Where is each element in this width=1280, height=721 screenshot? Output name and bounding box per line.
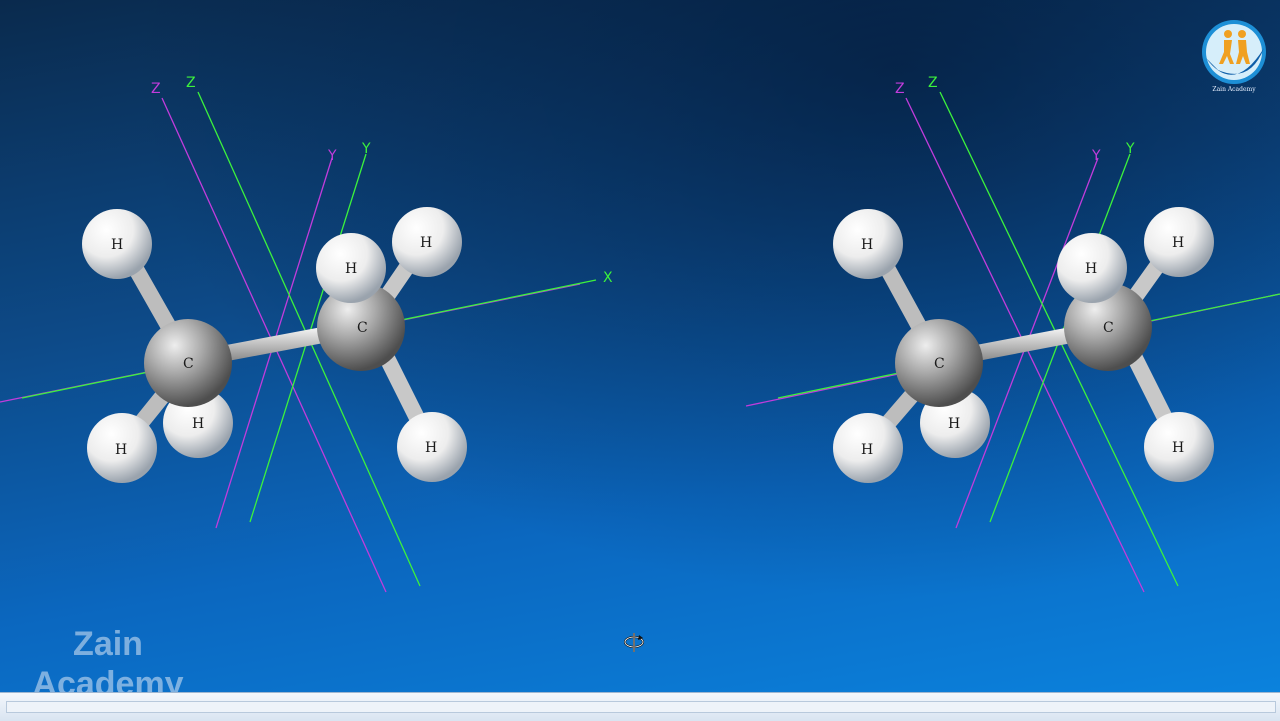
watermark-line-1: Zain — [73, 625, 143, 663]
atom-h-6[interactable]: H — [316, 233, 386, 303]
svg-text:H: H — [115, 442, 127, 458]
molecule-ethane-right: Z Z Y Y H H H C H H C H — [745, 75, 1280, 593]
atom-h-2[interactable]: H — [87, 413, 157, 483]
molecule-ethane-left: Z Z Y Y X H H H C H H C H — [0, 75, 613, 593]
status-bar — [0, 692, 1280, 721]
svg-text:H: H — [425, 440, 437, 456]
svg-text:H: H — [1085, 261, 1097, 277]
axis-label-z-magenta: Z — [895, 81, 905, 97]
atom-h-4[interactable]: H — [1144, 207, 1214, 277]
svg-text:H: H — [1172, 235, 1184, 251]
axis-label-z-magenta: Z — [151, 81, 161, 97]
axis-label-y-magenta: Y — [1091, 148, 1101, 164]
axis-label-y-magenta: Y — [327, 148, 337, 164]
atom-h-5[interactable]: H — [1144, 412, 1214, 482]
svg-text:H: H — [861, 442, 873, 458]
svg-text:C: C — [357, 320, 368, 336]
axis-label-z-green: Z — [186, 75, 196, 91]
svg-text:H: H — [345, 261, 357, 277]
rotate-cursor-icon — [624, 633, 644, 652]
atom-h-5[interactable]: H — [397, 412, 467, 482]
atom-c-1[interactable]: C — [144, 319, 232, 407]
atom-h-6[interactable]: H — [1057, 233, 1127, 303]
svg-text:C: C — [183, 356, 194, 372]
svg-text:C: C — [934, 356, 945, 372]
logo-caption: Zain Academy — [1212, 86, 1256, 93]
3d-viewport[interactable]: Z Z Y Y X H H H C H H C H Z Z Y Y H H H … — [0, 0, 1280, 703]
axis-label-z-green: Z — [928, 75, 938, 91]
svg-text:H: H — [111, 237, 123, 253]
atom-h-1[interactable]: H — [82, 209, 152, 279]
axis-label-y-green: Y — [361, 141, 371, 157]
atom-h-1[interactable]: H — [833, 209, 903, 279]
axis-label-x-green: X — [603, 270, 613, 286]
svg-text:H: H — [861, 237, 873, 253]
molecule-scene[interactable]: Z Z Y Y X H H H C H H C H Z Z Y Y H H H … — [0, 0, 1280, 692]
svg-text:H: H — [420, 235, 432, 251]
svg-text:H: H — [948, 416, 960, 432]
atom-h-2[interactable]: H — [833, 413, 903, 483]
atom-c-1[interactable]: C — [895, 319, 983, 407]
svg-text:H: H — [1172, 440, 1184, 456]
atom-h-4[interactable]: H — [392, 207, 462, 277]
svg-text:H: H — [192, 416, 204, 432]
horizontal-scrollbar[interactable] — [6, 701, 1276, 713]
svg-text:C: C — [1103, 320, 1114, 336]
axis-label-y-green: Y — [1125, 141, 1135, 157]
